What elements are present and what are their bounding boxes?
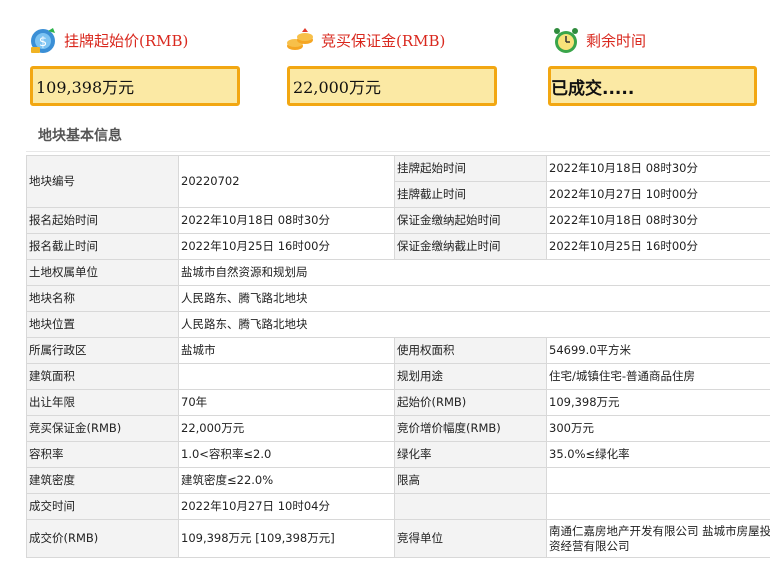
table-row: 成交价(RMB) 109,398万元 [109,398万元] 竞得单位 南通仁嘉… [26, 519, 770, 558]
height-value [546, 467, 770, 494]
use-area-label: 使用权面积 [394, 337, 547, 364]
deposit-end-label: 保证金缴纳截止时间 [394, 233, 547, 260]
parcel-info-table: 地块编号 20220702 挂牌起始时间 2022年10月18日 08时30分 … [26, 155, 770, 558]
table-row: 容积率 1.0<容积率≤2.0 绿化率 35.0%≤绿化率 [26, 441, 770, 468]
parcel-no-label: 地块编号 [26, 155, 179, 208]
district-label: 所属行政区 [26, 337, 179, 364]
deposit-start-value: 2022年10月18日 08时30分 [546, 207, 770, 234]
deal-time-label: 成交时间 [26, 493, 179, 520]
empty-value [546, 493, 770, 520]
build-area-label: 建筑面积 [26, 363, 179, 390]
deal-time-value: 2022年10月27日 10时04分 [178, 493, 395, 520]
green-label: 绿化率 [394, 441, 547, 468]
deposit-label: 竞买保证金(RMB) [26, 415, 179, 442]
district-value: 盐城市 [178, 337, 395, 364]
owner-value: 盐城市自然资源和规划局 [178, 259, 770, 286]
start-price-panel: $ 挂牌起始价(RMB) 109,398万元 [28, 0, 253, 115]
planned-use-label: 规划用途 [394, 363, 547, 390]
remaining-time-header: 剩余时间 [552, 22, 646, 58]
term-label: 出让年限 [26, 389, 179, 416]
density-value: 建筑密度≤22.0% [178, 467, 395, 494]
table-row: 成交时间 2022年10月27日 10时04分 [26, 493, 770, 520]
table-row: 出让年限 70年 起始价(RMB) 109,398万元 [26, 389, 770, 416]
table-row: 报名截止时间 2022年10月25日 16时00分 保证金缴纳截止时间 2022… [26, 233, 770, 260]
start-price-label: 起始价(RMB) [394, 389, 547, 416]
parcel-no-value: 20220702 [178, 155, 395, 208]
winner-value: 南通仁嘉房地产开发有限公司 盐城市房屋投资经营有限公司 [546, 519, 770, 558]
far-label: 容积率 [26, 441, 179, 468]
owner-label: 土地权属单位 [26, 259, 179, 286]
reg-start-label: 报名起始时间 [26, 207, 179, 234]
summary-panels: $ 挂牌起始价(RMB) 109,398万元 竞买保证金(RMB) 22,000… [0, 0, 770, 115]
reg-end-value: 2022年10月25日 16时00分 [178, 233, 395, 260]
start-price-value: 109,398万元 [30, 66, 240, 106]
table-row: 建筑面积 规划用途 住宅/城镇住宅-普通商品住房 [26, 363, 770, 390]
far-value: 1.0<容积率≤2.0 [178, 441, 395, 468]
green-value: 35.0%≤绿化率 [546, 441, 770, 468]
empty-label [394, 493, 547, 520]
density-label: 建筑密度 [26, 467, 179, 494]
deposit-cell: 22,000万元 [178, 415, 395, 442]
increment-value: 300万元 [546, 415, 770, 442]
table-row: 报名起始时间 2022年10月18日 08时30分 保证金缴纳起始时间 2022… [26, 207, 770, 234]
deposit-title: 竞买保证金(RMB) [321, 31, 446, 50]
height-label: 限高 [394, 467, 547, 494]
deposit-start-label: 保证金缴纳起始时间 [394, 207, 547, 234]
parcel-name-label: 地块名称 [26, 285, 179, 312]
table-row: 地块编号 20220702 挂牌起始时间 2022年10月18日 08时30分 [26, 155, 770, 208]
alarm-clock-icon [552, 25, 580, 55]
remaining-time-panel: 剩余时间 已成交..... [548, 0, 770, 115]
table-row: 土地权属单位 盐城市自然资源和规划局 [26, 259, 770, 286]
start-price-cell: 109,398万元 [546, 389, 770, 416]
deal-price-label: 成交价(RMB) [26, 519, 179, 558]
start-price-header: $ 挂牌起始价(RMB) [28, 22, 188, 58]
increment-label: 竞价增价幅度(RMB) [394, 415, 547, 442]
planned-use-value: 住宅/城镇住宅-普通商品住房 [546, 363, 770, 390]
location-label: 地块位置 [26, 311, 179, 338]
list-end-label: 挂牌截止时间 [394, 181, 547, 208]
use-area-value: 54699.0平方米 [546, 337, 770, 364]
deposit-panel: 竞买保证金(RMB) 22,000万元 [285, 0, 510, 115]
table-row: 竞买保证金(RMB) 22,000万元 竞价增价幅度(RMB) 300万元 [26, 415, 770, 442]
parcel-name-value: 人民路东、腾飞路北地块 [178, 285, 770, 312]
table-row: 所属行政区 盐城市 使用权面积 54699.0平方米 [26, 337, 770, 364]
build-area-value [178, 363, 395, 390]
location-value: 人民路东、腾飞路北地块 [178, 311, 770, 338]
start-price-title: 挂牌起始价(RMB) [64, 31, 189, 50]
list-end-value: 2022年10月27日 10时00分 [546, 181, 770, 208]
remaining-time-value: 已成交..... [548, 66, 757, 106]
deal-price-value: 109,398万元 [109,398万元] [178, 519, 395, 558]
list-start-value: 2022年10月18日 08时30分 [546, 155, 770, 182]
deposit-value: 22,000万元 [287, 66, 497, 106]
reg-start-value: 2022年10月18日 08时30分 [178, 207, 395, 234]
reg-end-label: 报名截止时间 [26, 233, 179, 260]
table-row: 地块名称 人民路东、腾飞路北地块 [26, 285, 770, 312]
money-bag-icon: $ [28, 25, 58, 55]
deposit-end-value: 2022年10月25日 16时00分 [546, 233, 770, 260]
table-row: 地块位置 人民路东、腾飞路北地块 [26, 311, 770, 338]
section-title: 地块基本信息 [26, 118, 770, 152]
table-row: 建筑密度 建筑密度≤22.0% 限高 [26, 467, 770, 494]
term-value: 70年 [178, 389, 395, 416]
svg-text:$: $ [39, 35, 47, 50]
deposit-header: 竞买保证金(RMB) [285, 22, 445, 58]
winner-label: 竞得单位 [394, 519, 547, 558]
coins-icon [285, 25, 315, 55]
list-start-label: 挂牌起始时间 [394, 155, 547, 182]
remaining-time-title: 剩余时间 [586, 31, 647, 50]
